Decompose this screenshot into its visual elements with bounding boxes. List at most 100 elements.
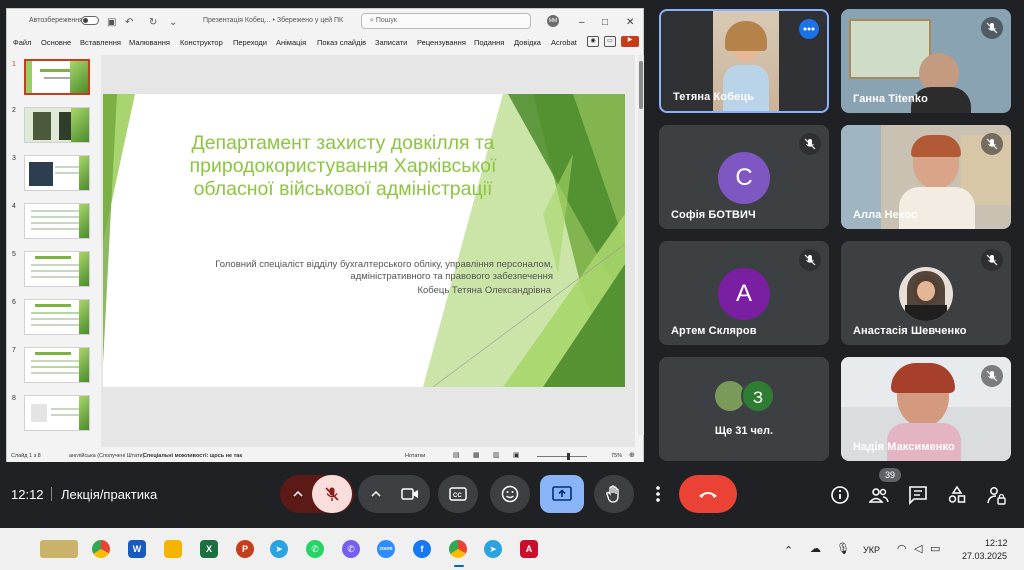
hand-icon xyxy=(606,485,619,503)
search-input[interactable]: ⌕ Пошук xyxy=(361,13,531,29)
powerpoint-icon[interactable]: P xyxy=(236,540,254,558)
file-explorer-icon[interactable] xyxy=(164,540,182,558)
avatar xyxy=(899,267,953,321)
raise-hand-button[interactable] xyxy=(594,475,634,513)
whatsapp-icon[interactable]: ✆ xyxy=(306,540,324,558)
notes-button[interactable]: Нотатки xyxy=(405,453,425,459)
participant-tile[interactable]: А Артем Скляров xyxy=(659,241,829,345)
comments-icon[interactable]: ▭ xyxy=(604,36,616,47)
avatar: С xyxy=(718,152,770,204)
record-icon[interactable]: ◉ xyxy=(587,36,599,47)
slide-author[interactable]: Кобець Тетяна Олександрівна xyxy=(303,285,551,296)
slide-thumb-5[interactable] xyxy=(24,251,90,287)
slideshow-view-icon[interactable]: ▣ xyxy=(513,451,520,459)
cloud-icon[interactable]: ☁ xyxy=(810,542,821,555)
minimize-icon[interactable]: – xyxy=(579,17,585,28)
menu-record[interactable]: Записати xyxy=(375,38,407,47)
keyboard-language[interactable]: УКР xyxy=(863,545,880,555)
present-icon[interactable]: ▶ xyxy=(621,36,639,47)
menu-help[interactable]: Довідка xyxy=(514,38,541,47)
zoom-slider-knob[interactable] xyxy=(567,453,570,460)
slide-thumb-3[interactable] xyxy=(24,155,90,191)
overflow-tile[interactable]: З Ще 31 чел. xyxy=(659,357,829,461)
chevron-up-icon[interactable]: ⌃ xyxy=(784,544,793,557)
close-icon[interactable]: ✕ xyxy=(626,17,634,28)
facebook-icon[interactable]: f xyxy=(413,540,431,558)
host-controls-button[interactable] xyxy=(983,482,1009,508)
slide-thumb-1[interactable] xyxy=(24,59,90,95)
slide-thumb-2[interactable] xyxy=(24,107,90,143)
normal-view-icon[interactable]: ▤ xyxy=(453,451,460,459)
participant-tile[interactable]: Ганна Titenko xyxy=(841,9,1011,113)
participant-tile[interactable]: Тетяна Кобець xyxy=(659,9,829,113)
menu-design[interactable]: Конструктор xyxy=(180,38,223,47)
excel-icon[interactable]: X xyxy=(200,540,218,558)
more-options-button[interactable] xyxy=(646,475,670,513)
redo-icon[interactable]: ↻ xyxy=(149,17,157,28)
avatar[interactable]: ММ xyxy=(547,15,559,27)
meeting-info-button[interactable] xyxy=(827,482,853,508)
slide-number: 6 xyxy=(12,299,16,306)
telegram-icon[interactable]: ➤ xyxy=(484,540,502,558)
reading-view-icon[interactable]: ▥ xyxy=(493,451,500,459)
zoom-slider[interactable] xyxy=(537,456,587,457)
acrobat-icon[interactable]: A xyxy=(520,540,538,558)
participant-tile[interactable]: С Софія БОТВИЧ xyxy=(659,125,829,229)
sorter-view-icon[interactable]: ▦ xyxy=(473,451,480,459)
news-widget-icon[interactable] xyxy=(40,540,78,558)
people-button[interactable] xyxy=(866,482,892,508)
end-call-button[interactable] xyxy=(679,475,737,513)
clock-time[interactable]: 12:12 xyxy=(985,538,1008,548)
camera-toggle-button[interactable] xyxy=(390,475,430,513)
menu-home[interactable]: Основне xyxy=(41,38,71,47)
menu-file[interactable]: Файл xyxy=(13,38,31,47)
zoom-icon[interactable]: zoom xyxy=(377,540,395,558)
battery-icon[interactable]: ▭ xyxy=(930,542,940,555)
participant-tile[interactable]: Анастасія Шевченко xyxy=(841,241,1011,345)
slide-subtitle[interactable]: Головний спеціаліст відділу бухгалтерськ… xyxy=(163,259,553,283)
wifi-icon[interactable]: ◠ xyxy=(897,542,907,555)
chrome-profile-icon[interactable] xyxy=(449,540,467,558)
slide-thumb-7[interactable] xyxy=(24,347,90,383)
mic-toggle-button[interactable] xyxy=(312,475,352,513)
slide-canvas[interactable]: Департамент захисту довкілля та природок… xyxy=(103,94,625,387)
menu-review[interactable]: Рецензування xyxy=(417,38,466,47)
customize-icon[interactable]: ⌄ xyxy=(169,17,177,28)
chat-button[interactable] xyxy=(905,482,931,508)
word-icon[interactable]: W xyxy=(128,540,146,558)
participant-tile[interactable]: Надія Максименко xyxy=(841,357,1011,461)
undo-icon[interactable]: ↶ xyxy=(125,17,133,28)
microphone-icon[interactable]: 🎙 xyxy=(836,542,850,555)
viber-icon[interactable]: ✆ xyxy=(342,540,360,558)
menu-draw[interactable]: Малювання xyxy=(129,38,170,47)
participant-tile[interactable]: Алла Некос xyxy=(841,125,1011,229)
chrome-icon[interactable] xyxy=(92,540,110,558)
menu-acrobat[interactable]: Acrobat xyxy=(551,38,577,47)
slide-thumb-8[interactable] xyxy=(24,395,90,431)
activities-button[interactable] xyxy=(944,482,970,508)
slide-thumb-4[interactable] xyxy=(24,203,90,239)
clock-date[interactable]: 27.03.2025 xyxy=(962,551,1007,561)
save-icon[interactable]: ▣ xyxy=(107,17,116,28)
menu-slideshow[interactable]: Показ слайдів xyxy=(317,38,366,47)
present-button[interactable] xyxy=(540,475,584,513)
fit-slide-icon[interactable]: ⊕ xyxy=(629,451,635,459)
telegram-icon[interactable]: ➤ xyxy=(270,540,288,558)
menu-transitions[interactable]: Переходи xyxy=(233,38,267,47)
captions-button[interactable]: CC xyxy=(438,475,478,513)
menu-view[interactable]: Подання xyxy=(474,38,504,47)
menu-insert[interactable]: Вставлення xyxy=(80,38,121,47)
menu-animations[interactable]: Анімація xyxy=(276,38,306,47)
mic-off-icon xyxy=(981,365,1003,387)
reactions-button[interactable] xyxy=(490,475,530,513)
volume-icon[interactable]: ◁ xyxy=(914,542,922,555)
info-icon xyxy=(831,486,849,504)
language-indicator[interactable]: англійська (Сполучені Штати) xyxy=(69,453,144,459)
ribbon-menu: Файл Основне Вставлення Малювання Констр… xyxy=(7,35,643,51)
accessibility-status[interactable]: Спеціальні можливості: щось не так xyxy=(143,453,242,459)
slide-title[interactable]: Департамент захисту довкілля та природок… xyxy=(173,132,513,201)
maximize-icon[interactable]: □ xyxy=(602,17,608,28)
slide-thumb-6[interactable] xyxy=(24,299,90,335)
autosave-toggle[interactable] xyxy=(81,16,99,25)
vertical-scrollbar[interactable] xyxy=(638,55,644,435)
